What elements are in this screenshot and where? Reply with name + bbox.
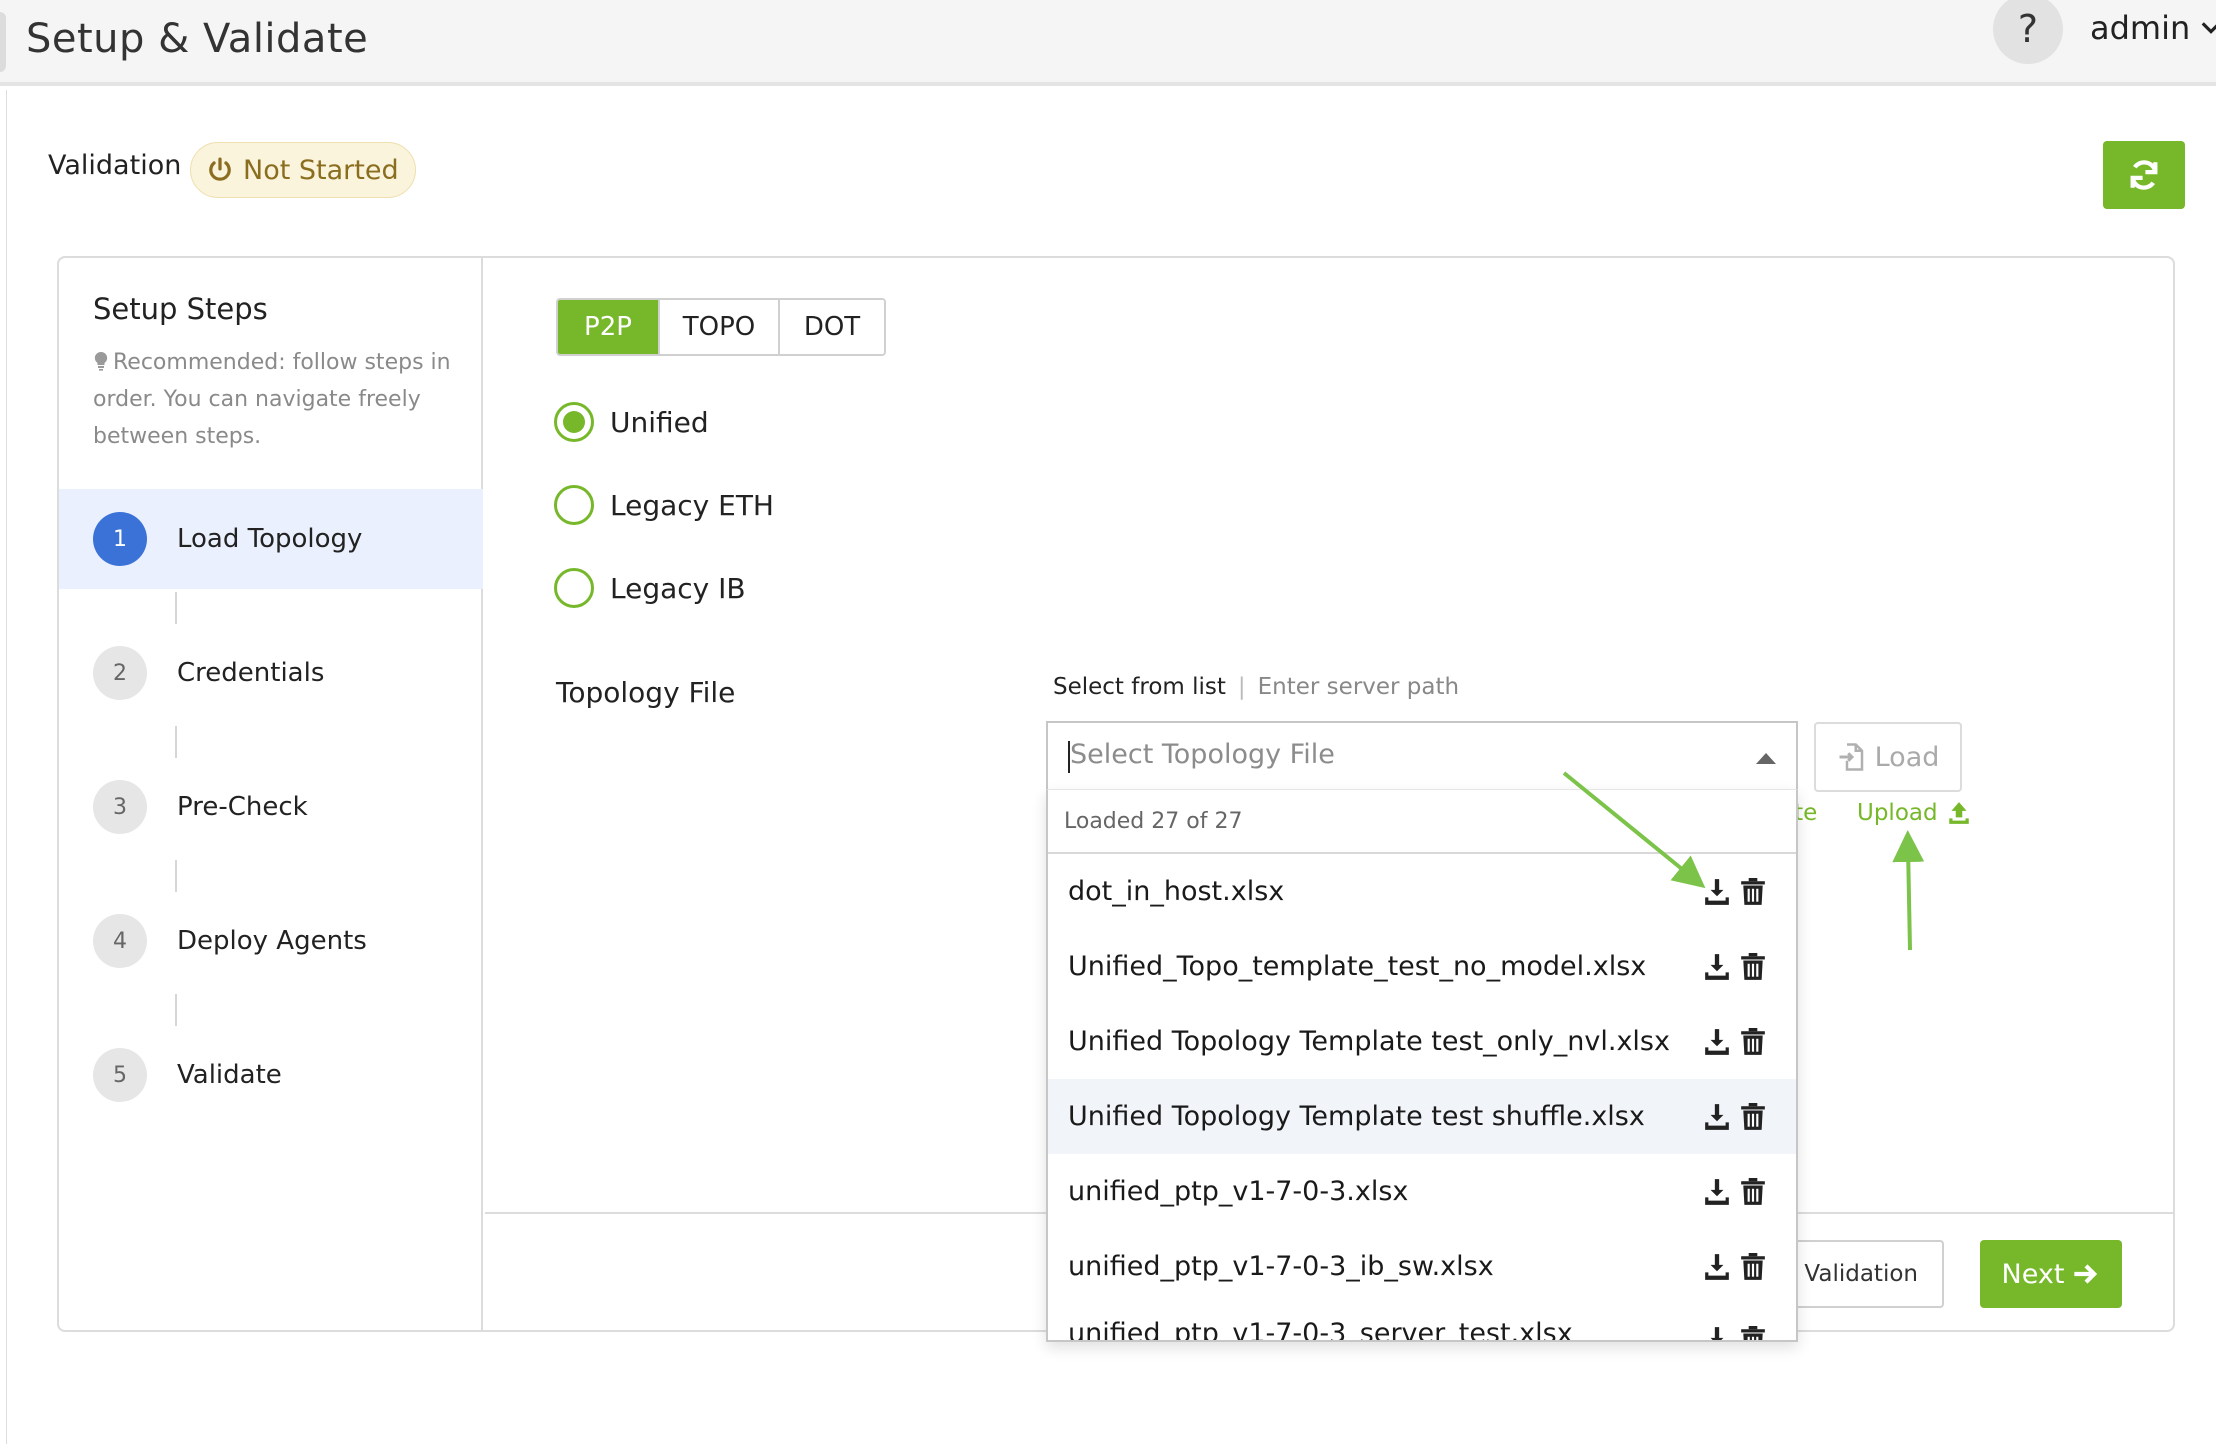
download-icon[interactable] <box>1704 1326 1730 1342</box>
steps-hint-text: Recommended: follow steps in order. You … <box>93 350 451 449</box>
step-label: Credentials <box>177 658 325 688</box>
tab-dot[interactable]: DOT <box>780 300 884 354</box>
topology-file-label: Topology File <box>556 676 736 709</box>
refresh-button[interactable] <box>2103 141 2185 209</box>
steps-hint: Recommended: follow steps in order. You … <box>93 344 473 455</box>
radio-label: Unified <box>610 405 709 439</box>
list-item[interactable]: unified_ptp_v1-7-0-3_server_test.xlsx <box>1048 1304 1796 1342</box>
trash-icon[interactable] <box>1740 1102 1766 1131</box>
file-name: unified_ptp_v1-7-0-3_server_test.xlsx <box>1068 1318 1573 1342</box>
download-icon[interactable] <box>1704 953 1730 981</box>
download-icon[interactable] <box>1704 1103 1730 1131</box>
separator: | <box>1237 674 1246 700</box>
caret-up-icon[interactable] <box>1756 753 1776 764</box>
list-item[interactable]: dot_in_host.xlsx <box>1048 854 1796 929</box>
step-load-topology[interactable]: 1 Load Topology <box>59 489 483 589</box>
load-label: Load <box>1874 741 1940 773</box>
validation-label: Validation <box>48 150 182 181</box>
refresh-icon <box>2130 160 2158 190</box>
step-deploy-agents[interactable]: 4 Deploy Agents <box>59 891 483 991</box>
file-name: unified_ptp_v1-7-0-3_ib_sw.xlsx <box>1068 1251 1494 1282</box>
list-item[interactable]: unified_ptp_v1-7-0-3_ib_sw.xlsx <box>1048 1229 1796 1304</box>
file-import-icon <box>1839 743 1863 771</box>
radio-legacy-ib[interactable]: Legacy IB <box>554 568 746 608</box>
trash-icon[interactable] <box>1740 1252 1766 1281</box>
user-menu[interactable]: admin <box>2090 6 2216 50</box>
step-credentials[interactable]: 2 Credentials <box>59 623 483 723</box>
help-button[interactable]: ? <box>1993 0 2063 64</box>
file-name: unified_ptp_v1-7-0-3.xlsx <box>1068 1176 1409 1207</box>
step-connector <box>175 994 177 1026</box>
radio-button[interactable] <box>554 485 594 525</box>
power-icon <box>209 157 231 181</box>
select-placeholder: Select Topology File <box>1070 739 1335 770</box>
topology-file-select[interactable]: Select Topology File <box>1046 721 1798 789</box>
trash-icon[interactable] <box>1740 877 1766 906</box>
trash-icon[interactable] <box>1740 1177 1766 1206</box>
radio-label: Legacy IB <box>610 571 746 605</box>
steps-panel: Setup Steps Recommended: follow steps in… <box>59 258 483 1330</box>
status-badge: Not Started <box>190 142 416 198</box>
step-label: Load Topology <box>177 524 363 554</box>
step-label: Pre-Check <box>177 792 308 822</box>
step-connector <box>175 860 177 892</box>
file-name: dot_in_host.xlsx <box>1068 876 1285 907</box>
load-button[interactable]: Load <box>1814 722 1962 792</box>
step-pre-check[interactable]: 3 Pre-Check <box>59 757 483 857</box>
source-switch: Select from list | Enter server path <box>1053 674 1459 700</box>
step-number: 1 <box>93 512 147 566</box>
upload-icon <box>1948 802 1969 824</box>
download-icon[interactable] <box>1704 878 1730 906</box>
trash-icon[interactable] <box>1740 1326 1766 1342</box>
step-connector <box>175 726 177 758</box>
user-name: admin <box>2090 9 2191 47</box>
download-icon[interactable] <box>1704 1253 1730 1281</box>
file-name: Unified_Topo_template_test_no_model.xlsx <box>1068 951 1647 982</box>
chevron-down-icon <box>2201 22 2216 34</box>
upload-label: Upload <box>1857 800 1938 826</box>
upload-link[interactable]: Upload <box>1857 800 1972 826</box>
select-from-list-link[interactable]: Select from list <box>1053 674 1226 700</box>
sidebar-edge <box>0 12 6 72</box>
step-number: 3 <box>93 780 147 834</box>
next-button[interactable]: Next <box>1980 1240 2122 1308</box>
download-icon[interactable] <box>1704 1028 1730 1056</box>
step-label: Validate <box>177 1060 282 1090</box>
tab-topo[interactable]: TOPO <box>660 300 780 354</box>
trash-icon[interactable] <box>1740 1027 1766 1056</box>
radio-label: Legacy ETH <box>610 488 774 522</box>
next-label: Next <box>2001 1258 2065 1290</box>
tab-p2p[interactable]: P2P <box>558 300 660 354</box>
lightbulb-icon <box>94 351 108 371</box>
steps-title: Setup Steps <box>93 292 268 326</box>
topology-file-dropdown: Loaded 27 of 27 dot_in_host.xlsx Unified… <box>1046 789 1798 1342</box>
radio-button[interactable] <box>554 568 594 608</box>
list-item[interactable]: unified_ptp_v1-7-0-3.xlsx <box>1048 1154 1796 1229</box>
step-number: 4 <box>93 914 147 968</box>
enter-server-path-link[interactable]: Enter server path <box>1258 674 1459 700</box>
step-connector <box>175 592 177 624</box>
radio-unified[interactable]: Unified <box>554 402 709 442</box>
list-item[interactable]: Unified Topology Template test shuffle.x… <box>1048 1079 1796 1154</box>
top-bar: Setup & Validate ? admin <box>0 0 2216 86</box>
step-number: 5 <box>93 1048 147 1102</box>
trash-icon[interactable] <box>1740 952 1766 981</box>
download-icon[interactable] <box>1704 1178 1730 1206</box>
step-number: 2 <box>93 646 147 700</box>
radio-legacy-eth[interactable]: Legacy ETH <box>554 485 774 525</box>
loaded-count: Loaded 27 of 27 <box>1048 790 1796 854</box>
arrow-right-icon <box>2074 1264 2098 1284</box>
step-validate[interactable]: 5 Validate <box>59 1025 483 1125</box>
topology-type-tabs: P2P TOPO DOT <box>556 298 886 356</box>
step-label: Deploy Agents <box>177 926 367 956</box>
radio-button[interactable] <box>554 402 594 442</box>
file-name: Unified Topology Template test shuffle.x… <box>1068 1101 1645 1132</box>
list-item[interactable]: Unified_Topo_template_test_no_model.xlsx <box>1048 929 1796 1004</box>
file-name: Unified Topology Template test_only_nvl.… <box>1068 1026 1670 1057</box>
status-text: Not Started <box>243 154 399 186</box>
page-title: Setup & Validate <box>26 16 369 62</box>
list-item[interactable]: Unified Topology Template test_only_nvl.… <box>1048 1004 1796 1079</box>
